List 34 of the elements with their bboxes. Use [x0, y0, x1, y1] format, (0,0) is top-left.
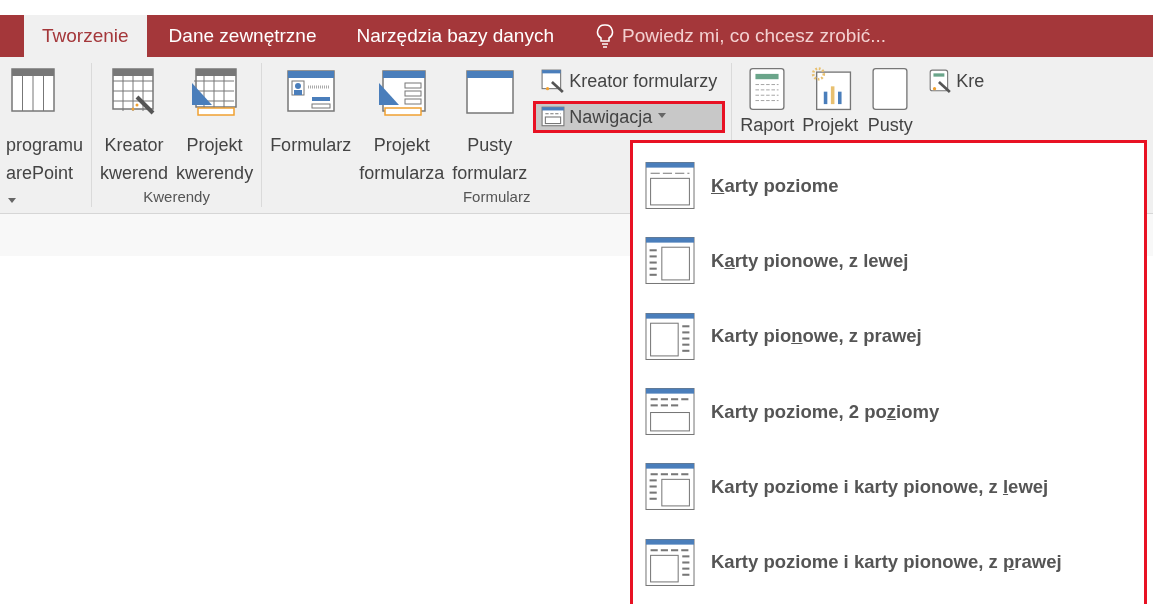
menu-item[interactable]: Karty poziome	[633, 148, 1144, 224]
ribbon-button[interactable]: Formularz	[268, 63, 354, 159]
report-wizard-icon	[928, 69, 953, 93]
lightbulb-icon	[596, 24, 614, 48]
ribbon-button[interactable]: Raport	[738, 63, 797, 137]
menu-item[interactable]: Karty pionowe, z prawej	[633, 298, 1144, 374]
ribbon-button[interactable]: Projekt kwerendy	[174, 63, 256, 187]
layout-icon	[645, 538, 695, 586]
ribbon-tab[interactable]: Tworzenie	[24, 15, 147, 57]
navigation-icon	[541, 105, 566, 129]
group-label: Formularz	[461, 188, 532, 207]
ribbon-button[interactable]: Projekt formularza	[357, 63, 447, 187]
ribbon-button[interactable]: programu arePoint	[4, 63, 86, 215]
ribbon-tab[interactable]: Narzędzia bazy danych	[338, 15, 572, 57]
ribbon-button[interactable]: Pusty	[864, 63, 917, 137]
menu-item[interactable]: Karty poziome i karty pionowe, z prawej	[633, 524, 1144, 600]
ribbon-button[interactable]: Pusty formularz	[450, 63, 530, 187]
ribbon-small-button[interactable]: Kre	[920, 65, 993, 97]
ribbon-small-button[interactable]: Nawigacja	[533, 101, 726, 133]
group-label: Kwerendy	[142, 188, 211, 207]
ribbon-button[interactable]: Kreator kwerend	[98, 63, 171, 187]
tell-me-prompt[interactable]: Powiedz mi, co chcesz zrobić...	[622, 25, 886, 47]
menu-item[interactable]: Karty poziome i karty pionowe, z lewej	[633, 449, 1144, 525]
ribbon-small-button[interactable]: Kreator formularzy	[533, 65, 726, 97]
layout-icon	[645, 237, 695, 285]
ribbon-tab[interactable]: Dane zewnętrzne	[150, 15, 335, 57]
menu-item[interactable]: Karty pionowe, z lewej	[633, 223, 1144, 299]
form-wizard-icon	[541, 69, 566, 93]
layout-icon	[645, 312, 695, 360]
layout-icon	[645, 162, 695, 210]
layout-icon	[645, 388, 695, 436]
ribbon-button[interactable]: Projekt	[800, 63, 861, 137]
layout-icon	[645, 463, 695, 511]
menu-item[interactable]: Karty poziome, 2 poziomy	[633, 373, 1144, 450]
